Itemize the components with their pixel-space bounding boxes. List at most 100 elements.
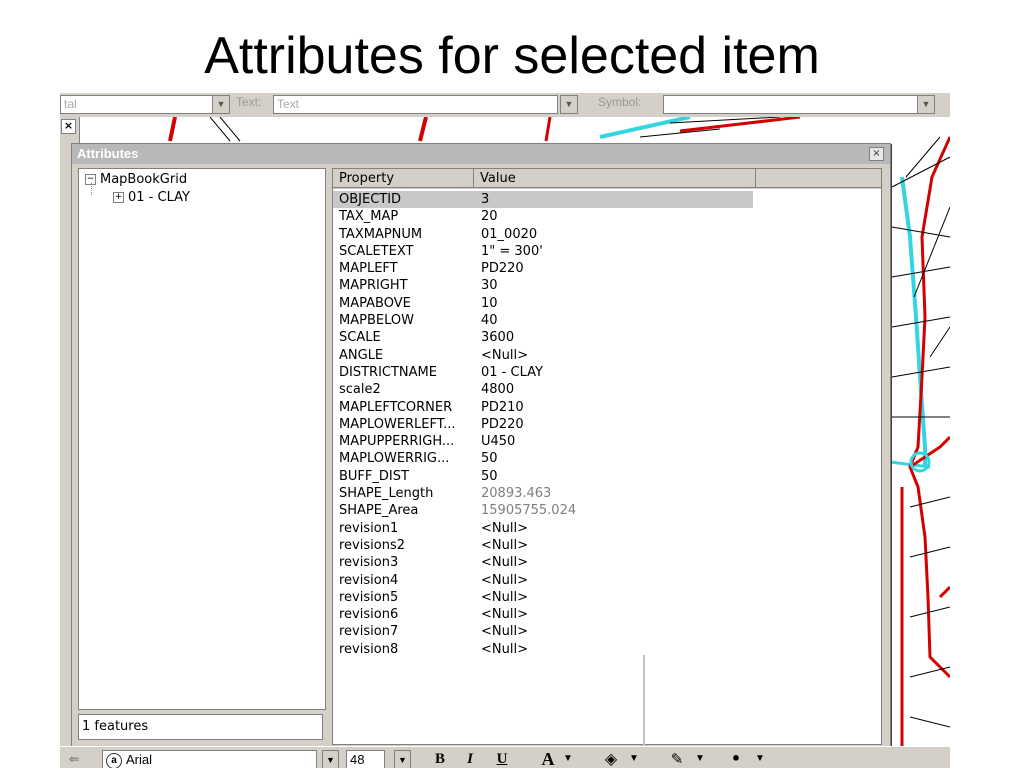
drawing-toolbar: ⇐ a Arial ▼ 48 ▼ B I U A ▼ ◈ ▼ ✎ ▼ • ▼ bbox=[60, 746, 950, 768]
table-row[interactable]: MAPABOVE 10 bbox=[333, 295, 881, 312]
value-cell: 01 - CLAY bbox=[481, 364, 543, 380]
marker-color-dropdown[interactable]: ▼ bbox=[752, 749, 768, 768]
arcmap-screenshot: tal ▼ Text: Text ▼ Symbol: ▼ × Attribute… bbox=[60, 93, 950, 768]
table-row[interactable]: revision5 <Null> bbox=[333, 589, 881, 606]
font-color-button[interactable]: A bbox=[538, 749, 558, 768]
table-row[interactable]: OBJECTID 3 bbox=[333, 191, 753, 209]
italic-button[interactable]: I bbox=[460, 749, 480, 768]
symbol-dropdown[interactable]: ▼ bbox=[917, 95, 935, 114]
table-row[interactable]: MAPLEFT PD220 bbox=[333, 260, 881, 277]
property-cell: revision4 bbox=[339, 572, 399, 588]
column-header-value[interactable]: Value bbox=[474, 169, 756, 188]
value-cell: 50 bbox=[481, 451, 498, 467]
column-header-empty bbox=[756, 169, 881, 188]
marker-color-icon[interactable]: • bbox=[726, 749, 746, 768]
text-dropdown[interactable]: ▼ bbox=[560, 95, 578, 114]
value-cell: 10 bbox=[481, 295, 498, 311]
font-field[interactable]: tal bbox=[60, 95, 215, 114]
property-cell: SCALETEXT bbox=[339, 243, 414, 259]
table-row[interactable]: DISTRICTNAME 01 - CLAY bbox=[333, 364, 881, 381]
table-row[interactable]: SHAPE_Area 15905755.024 bbox=[333, 502, 881, 519]
column-header-property[interactable]: Property bbox=[333, 169, 474, 188]
property-cell: MAPLOWERRIG... bbox=[339, 451, 450, 467]
table-row[interactable]: MAPLOWERLEFT... PD220 bbox=[333, 416, 881, 433]
value-cell: U450 bbox=[481, 434, 516, 450]
property-cell: revision1 bbox=[339, 520, 399, 536]
map-boundary bbox=[544, 117, 552, 142]
value-cell: 15905755.024 bbox=[481, 503, 577, 519]
symbol-field[interactable] bbox=[663, 95, 918, 114]
table-row[interactable]: BUFF_DIST 50 bbox=[333, 468, 881, 485]
table-row[interactable]: ANGLE <Null> bbox=[333, 347, 881, 364]
table-row[interactable]: revision4 <Null> bbox=[333, 572, 881, 589]
table-row[interactable]: MAPBELOW 40 bbox=[333, 312, 881, 329]
table-row[interactable]: MAPRIGHT 30 bbox=[333, 277, 881, 294]
table-row[interactable]: MAPLOWERRIG... 50 bbox=[333, 450, 881, 467]
table-row[interactable]: scale2 4800 bbox=[333, 381, 881, 398]
value-cell: 4800 bbox=[481, 382, 515, 398]
table-row[interactable]: MAPUPPERRIGH... U450 bbox=[333, 433, 881, 450]
font-size-select[interactable]: 48 bbox=[346, 750, 385, 768]
table-body: OBJECTID 3 TAX_MAP 20 TAXMAPNUM 01_0020 SCALET… bbox=[333, 191, 881, 658]
slide-title: Attributes for selected item bbox=[204, 27, 820, 85]
font-field-dropdown[interactable]: ▼ bbox=[212, 95, 230, 114]
map-parcel-line bbox=[209, 117, 241, 142]
font-name-select[interactable]: a Arial bbox=[102, 750, 317, 768]
feature-count-status: 1 features bbox=[78, 714, 323, 740]
property-cell: revision7 bbox=[339, 624, 399, 640]
expand-icon[interactable]: + bbox=[113, 192, 124, 203]
property-cell: MAPRIGHT bbox=[339, 278, 408, 294]
table-row[interactable]: revision3 <Null> bbox=[333, 554, 881, 571]
table-row[interactable]: revision7 <Null> bbox=[333, 623, 881, 640]
map-boundary bbox=[908, 136, 950, 679]
property-cell: revisions2 bbox=[339, 537, 405, 553]
property-cell: revision5 bbox=[339, 589, 399, 605]
back-arrow-icon[interactable]: ⇐ bbox=[62, 749, 86, 768]
tree-item-clay[interactable]: +01 - CLAY bbox=[113, 189, 190, 207]
line-color-dropdown[interactable]: ▼ bbox=[692, 749, 708, 768]
table-row[interactable]: TAX_MAP 20 bbox=[333, 208, 881, 225]
text-input[interactable]: Text bbox=[273, 95, 558, 114]
font-size-dropdown[interactable]: ▼ bbox=[394, 750, 411, 768]
bold-button[interactable]: B bbox=[430, 749, 450, 768]
property-cell: ANGLE bbox=[339, 347, 384, 363]
value-cell: 3 bbox=[481, 192, 490, 207]
table-row[interactable]: SCALETEXT 1" = 300' bbox=[333, 243, 881, 260]
table-row[interactable]: MAPLEFTCORNER PD210 bbox=[333, 399, 881, 416]
property-cell: MAPLEFTCORNER bbox=[339, 399, 453, 415]
font-name-dropdown[interactable]: ▼ bbox=[322, 750, 339, 768]
property-cell: SHAPE_Area bbox=[339, 503, 419, 519]
property-cell: revision8 bbox=[339, 641, 399, 657]
dialog-titlebar[interactable]: Attributes × bbox=[72, 144, 890, 164]
font-color-dropdown[interactable]: ▼ bbox=[560, 749, 576, 768]
property-cell: MAPABOVE bbox=[339, 295, 411, 311]
table-row[interactable]: revision6 <Null> bbox=[333, 606, 881, 623]
table-row[interactable]: revisions2 <Null> bbox=[333, 537, 881, 554]
property-cell: revision6 bbox=[339, 607, 399, 623]
property-cell: DISTRICTNAME bbox=[339, 364, 437, 380]
fill-color-icon[interactable]: ◈ bbox=[598, 749, 624, 768]
tree-item-label: MapBookGrid bbox=[100, 172, 188, 187]
font-name-value: Arial bbox=[126, 752, 153, 767]
close-icon[interactable]: × bbox=[869, 147, 884, 161]
table-row[interactable]: revision8 <Null> bbox=[333, 641, 881, 658]
table-header: Property Value bbox=[333, 169, 881, 189]
value-cell: PD220 bbox=[481, 416, 524, 432]
underline-button[interactable]: U bbox=[492, 749, 512, 768]
value-cell: 40 bbox=[481, 313, 498, 329]
fill-color-dropdown[interactable]: ▼ bbox=[626, 749, 642, 768]
value-cell: 20893.463 bbox=[481, 486, 552, 502]
line-color-icon[interactable]: ✎ bbox=[664, 749, 690, 768]
property-cell: OBJECTID bbox=[339, 192, 402, 207]
tree-item-label: 01 - CLAY bbox=[128, 190, 190, 205]
dialog-title: Attributes bbox=[77, 146, 139, 161]
table-row[interactable]: SHAPE_Length 20893.463 bbox=[333, 485, 881, 502]
table-row[interactable]: revision1 <Null> bbox=[333, 520, 881, 537]
value-cell: <Null> bbox=[481, 572, 528, 588]
table-row[interactable]: SCALE 3600 bbox=[333, 329, 881, 346]
top-toolbar: tal ▼ Text: Text ▼ Symbol: ▼ bbox=[60, 93, 950, 118]
close-icon[interactable]: × bbox=[61, 119, 76, 134]
tree-item-mapbookgrid[interactable]: − MapBookGrid bbox=[85, 171, 187, 189]
property-cell: TAX_MAP bbox=[339, 209, 399, 225]
table-row[interactable]: TAXMAPNUM 01_0020 bbox=[333, 226, 881, 243]
